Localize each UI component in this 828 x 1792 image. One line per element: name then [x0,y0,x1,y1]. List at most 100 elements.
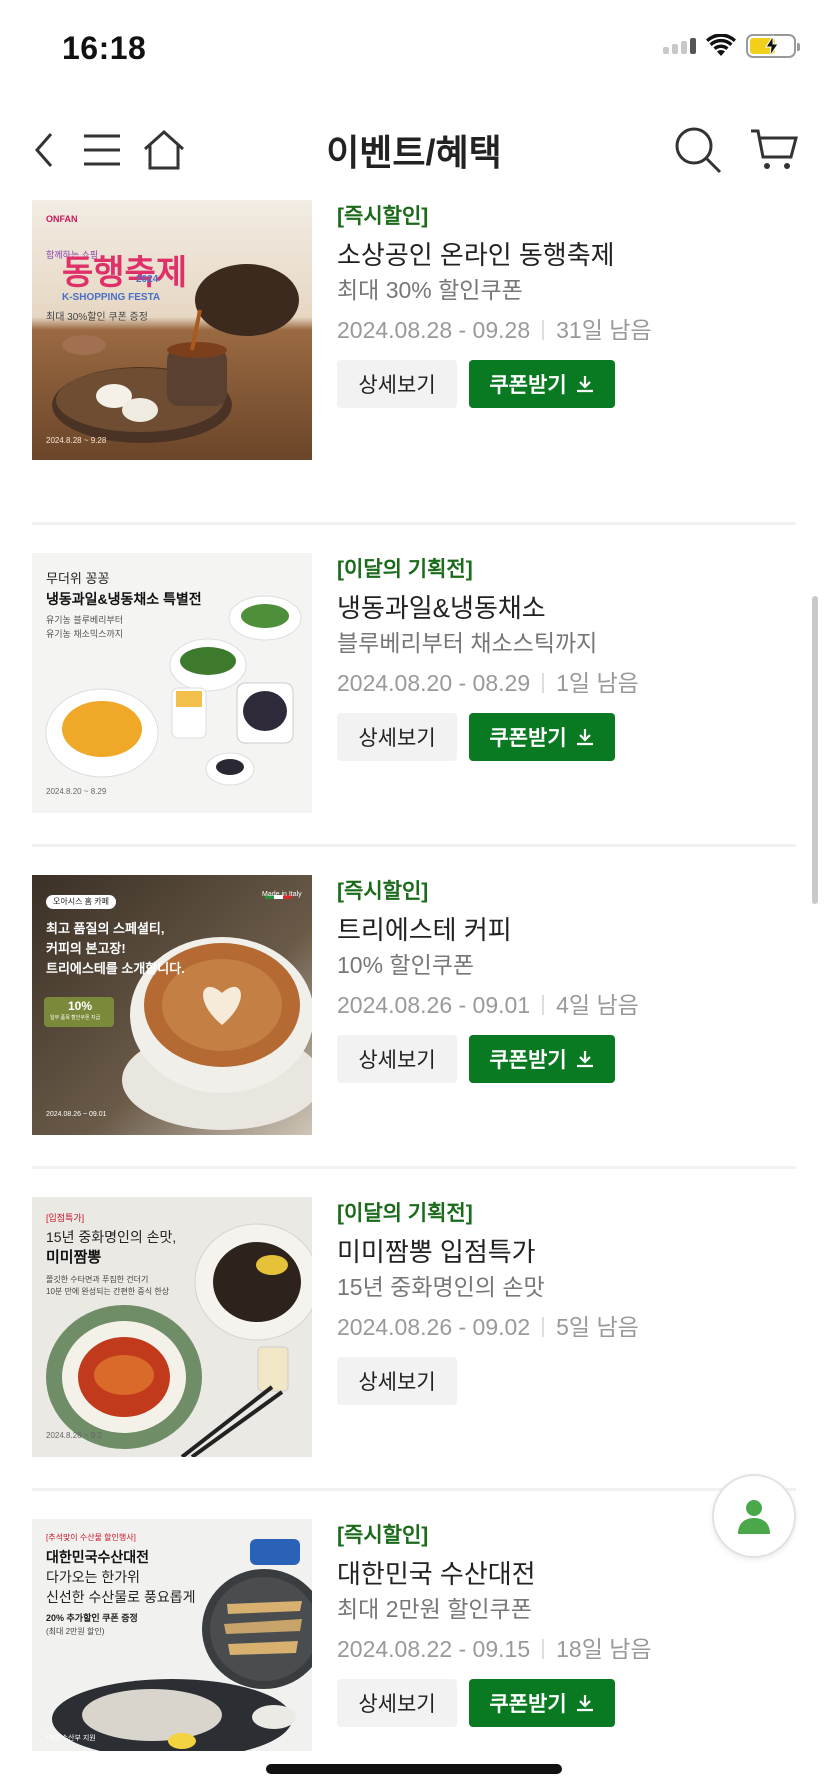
signal-icon [663,38,696,54]
thumb-offer: 20% 추가할인 쿠폰 증정 [46,1613,138,1623]
thumb-offer-sub: (최대 2만원 할인) [46,1627,105,1636]
event-info: [이달의 기획전] 냉동과일&냉동채소 블루베리부터 채소스틱까지 2024.0… [337,555,796,761]
event-category: [즉시할인] [337,880,429,903]
event-subtitle: 최대 30% 할인쿠폰 [337,277,523,303]
thumb-badge: 10% [68,999,93,1013]
detail-button[interactable]: 상세보기 [337,360,457,408]
thumb-logo: ONFAN [46,214,78,224]
thumb-tag: [추석맞이 수산물 할인행사] [46,1533,136,1542]
event-actions: 상세보기 쿠폰받기 [337,360,796,408]
thumb-date: 2024.8.20 ~ 8.29 [46,787,107,796]
detail-button[interactable]: 상세보기 [337,1035,457,1083]
event-period: 2024.08.26 - 09.01 4일 남음 [337,989,796,1021]
event-remaining: 18일 남음 [556,1636,652,1662]
event-remaining: 1일 남음 [556,670,639,696]
event-title[interactable]: 미미짬뽕 입점특가 [337,1235,796,1269]
coupon-button-label: 쿠폰받기 [489,374,567,397]
divider [542,995,545,1015]
thumb-line1: 15년 중화명인의 손맛, [46,1229,177,1245]
event-title[interactable]: 트리에스테 커피 [337,913,796,947]
home-indicator [266,1764,562,1774]
my-page-button[interactable] [712,1474,796,1558]
search-icon[interactable] [670,122,726,178]
thumb-offer: 최대 30%할인 쿠폰 증정 [46,312,148,323]
coupon-button[interactable]: 쿠폰받기 [469,1679,615,1727]
coupon-button[interactable]: 쿠폰받기 [469,360,615,408]
event-info: [즉시할인] 트리에스테 커피 10% 할인쿠폰 2024.08.26 - 09… [337,877,796,1083]
coupon-button[interactable]: 쿠폰받기 [469,713,615,761]
download-icon [576,1051,593,1068]
event-category: [이달의 기획전] [337,1202,473,1225]
thumb-line1: 무더위 꽁꽁 [46,571,110,586]
event-item[interactable]: 무더위 꽁꽁 냉동과일&냉동채소 특별전 유기농 블루베리부터 유기농 채소믹스… [32,522,796,844]
status-bar: 16:18 [0,0,828,100]
status-icons [663,34,800,58]
coupon-button[interactable]: 쿠폰받기 [469,1035,615,1083]
download-icon [576,729,593,746]
thumb-tag: 오아시스 홈 카페 [46,895,116,909]
coupon-button-label: 쿠폰받기 [489,1693,567,1716]
download-icon [576,1695,593,1712]
thumb-badge-sub: 일부 품목 할인쿠폰 지급 [50,1015,101,1021]
event-dates: 2024.08.26 - 09.02 [337,1314,531,1340]
event-thumbnail[interactable]: ONFAN 함께하는 쇼핑 동행축제 2024 K-SHOPPING FESTA… [32,200,312,460]
event-item[interactable]: 오아시스 홈 카페 Made in Italy 최고 품질의 스페셜티, 커피의… [32,844,796,1166]
thumb-date: 2024.8.28 ~ 9.28 [46,436,107,445]
status-time: 16:18 [62,30,147,66]
event-actions: 상세보기 쿠폰받기 [337,1035,796,1083]
event-thumbnail[interactable]: [입점특가] 15년 중화명인의 손맛, 미미짬뽕 쫄깃한 수타면과 푸짐한 건… [32,1197,312,1457]
event-thumbnail[interactable]: 무더위 꽁꽁 냉동과일&냉동채소 특별전 유기농 블루베리부터 유기농 채소믹스… [32,553,312,813]
thumb-tagline: K-SHOPPING FESTA [62,292,161,303]
coupon-button-label: 쿠폰받기 [489,1049,567,1072]
scrollbar[interactable] [812,596,818,904]
event-subtitle: 10% 할인쿠폰 [337,952,475,978]
event-category: [즉시할인] [337,205,429,228]
event-item[interactable]: [추석맞이 수산물 할인행사] 대한민국수산대전 다가오는 한가위 신선한 수산… [32,1488,796,1792]
event-list: ONFAN 함께하는 쇼핑 동행축제 2024 K-SHOPPING FESTA… [32,200,796,1792]
thumb-line3: 쫄깃한 수타면과 푸짐한 건더기 [46,1275,149,1284]
event-title[interactable]: 대한민국 수산대전 [337,1557,796,1591]
thumb-line2: 다가오는 한가위 [46,1569,141,1585]
event-period: 2024.08.22 - 09.15 18일 남음 [337,1633,796,1665]
thumb-line4: 유기농 채소믹스까지 [46,629,124,639]
divider [542,1317,545,1337]
thumb-line2: 커피의 본고장! [46,941,126,956]
event-dates: 2024.08.20 - 08.29 [337,670,531,696]
thumb-headline: 대한민국수산대전 [46,1549,150,1565]
event-period: 2024.08.28 - 09.28 31일 남음 [337,314,796,346]
event-item[interactable]: [입점특가] 15년 중화명인의 손맛, 미미짬뽕 쫄깃한 수타면과 푸짐한 건… [32,1166,796,1488]
thumb-line4: 10분 만에 완성되는 간편한 중식 한상 [46,1287,170,1296]
thumb-headline: 동행축제 [62,254,188,292]
thumb-footer: *해양수산부 지원 [46,1735,96,1742]
event-title[interactable]: 냉동과일&냉동채소 [337,591,796,625]
wifi-icon [706,34,736,56]
event-dates: 2024.08.22 - 09.15 [337,1636,531,1662]
thumb-headline: 미미짬뽕 [46,1249,102,1266]
thumb-line3: 유기농 블루베리부터 [46,615,124,625]
download-icon [576,376,593,393]
event-remaining: 5일 남음 [556,1314,639,1340]
event-dates: 2024.08.28 - 09.28 [337,317,531,343]
divider [542,673,545,693]
event-dates: 2024.08.26 - 09.01 [337,992,531,1018]
event-title[interactable]: 소상공인 온라인 동행축제 [337,238,796,272]
detail-button[interactable]: 상세보기 [337,1357,457,1405]
thumb-date: 2024.08.26 ~ 09.01 [46,1111,107,1118]
event-thumbnail[interactable]: [추석맞이 수산물 할인행사] 대한민국수산대전 다가오는 한가위 신선한 수산… [32,1519,312,1751]
event-thumbnail[interactable]: 오아시스 홈 카페 Made in Italy 최고 품질의 스페셜티, 커피의… [32,875,312,1135]
event-item[interactable]: ONFAN 함께하는 쇼핑 동행축제 2024 K-SHOPPING FESTA… [32,200,796,522]
event-info: [즉시할인] 대한민국 수산대전 최대 2만원 할인쿠폰 2024.08.22 … [337,1521,796,1727]
detail-button[interactable]: 상세보기 [337,1679,457,1727]
divider [542,320,545,340]
detail-button[interactable]: 상세보기 [337,713,457,761]
user-icon [738,1500,770,1534]
event-actions: 상세보기 쿠폰받기 [337,713,796,761]
thumb-year: 2024 [136,274,159,285]
cart-icon[interactable] [746,122,802,178]
event-period: 2024.08.26 - 09.02 5일 남음 [337,1311,796,1343]
thumb-made: Made in Italy [262,891,302,898]
coupon-button-label: 쿠폰받기 [489,727,567,750]
thumb-tag: [입점특가] [46,1213,85,1223]
event-subtitle: 블루베리부터 채소스틱까지 [337,630,598,656]
top-nav: 이벤트/혜택 [0,100,828,200]
